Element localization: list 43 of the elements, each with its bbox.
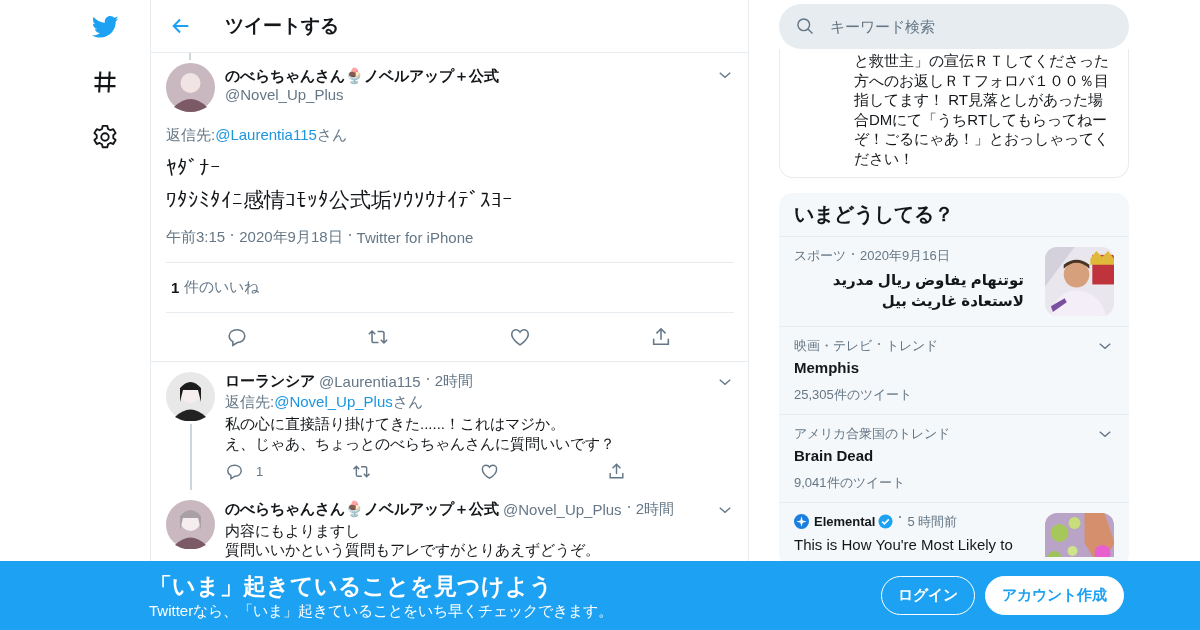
author-handle[interactable]: @Laurentia115 (319, 373, 421, 390)
mention-link[interactable]: @Laurentia115 (215, 126, 317, 143)
tweet-text: 私の心に直接語り掛けてきた......！これはマジか。 え、じゃあ、ちょっとのべらちゃんさんに質問いいです？ (225, 414, 616, 454)
news-headline[interactable]: توتنهام يفاوض ريال مدريد لاستعادة غاريث بيل (794, 268, 1024, 311)
tweet-source[interactable]: Twitter for iPhone (356, 229, 474, 246)
story-time: 5 時間前 (907, 512, 958, 531)
reply-label: 返信先: (225, 393, 275, 410)
author-handle[interactable]: @Novel_Up_Plus (503, 501, 622, 518)
reply-count: 1 (256, 463, 264, 479)
author-name[interactable]: ローランシア (225, 372, 315, 391)
trend-date: 2020年9月16日 (860, 246, 950, 265)
tweet-date[interactable]: 2020年9月18日 (239, 228, 343, 247)
reply-suffix: さん (316, 126, 347, 143)
page-title: ツイートする (225, 14, 339, 38)
signup-button[interactable]: アカウント作成 (985, 576, 1124, 615)
banner-subtitle: Twitterなら、「いま」起きていることをいち早くチェックできます。 (149, 601, 614, 621)
tweet-time[interactable]: 2時間 (635, 500, 674, 519)
mention-link[interactable]: @Novel_Up_Plus (274, 393, 393, 410)
tweet-time[interactable]: 2時間 (434, 372, 474, 391)
trend-category: スポーツ (794, 246, 846, 265)
like-count[interactable]: 1 (171, 279, 180, 296)
search-field[interactable]: キーワード検索 (779, 4, 1129, 49)
banner-title: 「いま」起きていることを見つけよう (149, 571, 554, 601)
tweet-time[interactable]: 午前3:15 (166, 228, 226, 247)
tweet-count: 25,305件のツイート (794, 385, 913, 404)
story-source: Elemental (814, 514, 876, 530)
trend-context: 映画・テレビ (794, 336, 872, 355)
author-name[interactable]: のべらちゃんさん🍨ノベルアップ＋公式 (225, 67, 499, 86)
tweet-count: 9,041件のツイート (794, 473, 906, 492)
trend-context: トレンド (886, 336, 938, 355)
reply-suffix: さん (392, 393, 423, 410)
trend-name[interactable]: Memphis (794, 358, 1088, 376)
panel-title: いまどうしてる？ (779, 192, 1129, 237)
like-label[interactable]: 件のいいね (184, 278, 260, 297)
story-headline[interactable]: This is How You're Most Likely to (794, 535, 1037, 553)
tweet-text: ﾔﾀﾞﾅｰ ﾜﾀｼﾐﾀｲﾆ感情ｺﾓｯﾀ公式垢ｿｳｿｳﾅｲﾃﾞｽﾖｰ (166, 155, 514, 213)
trend-name[interactable]: Brain Dead (794, 446, 1088, 464)
author-handle[interactable]: @Novel_Up_Plus (225, 86, 499, 103)
reply-label: 返信先: (166, 126, 216, 143)
author-name[interactable]: のべらちゃんさん🍨ノベルアップ＋公式 (225, 500, 499, 519)
trend-context: アメリカ合衆国のトレンド (794, 424, 950, 443)
tweet-text: 内容にもよりますし 質問いいかという質問もアレですがとりあえずどうぞ。 (225, 521, 601, 559)
profile-bio: と救世主」の宣伝ＲＴしてくださった 方へのお返しＲＴフォロバ１００％目 指してます！ RT見落としがあった場 合DMにて「うちRTしてもらってねー ぞ！ごるにゃあ！」とおっしゃってく ださい！ (854, 51, 1110, 169)
